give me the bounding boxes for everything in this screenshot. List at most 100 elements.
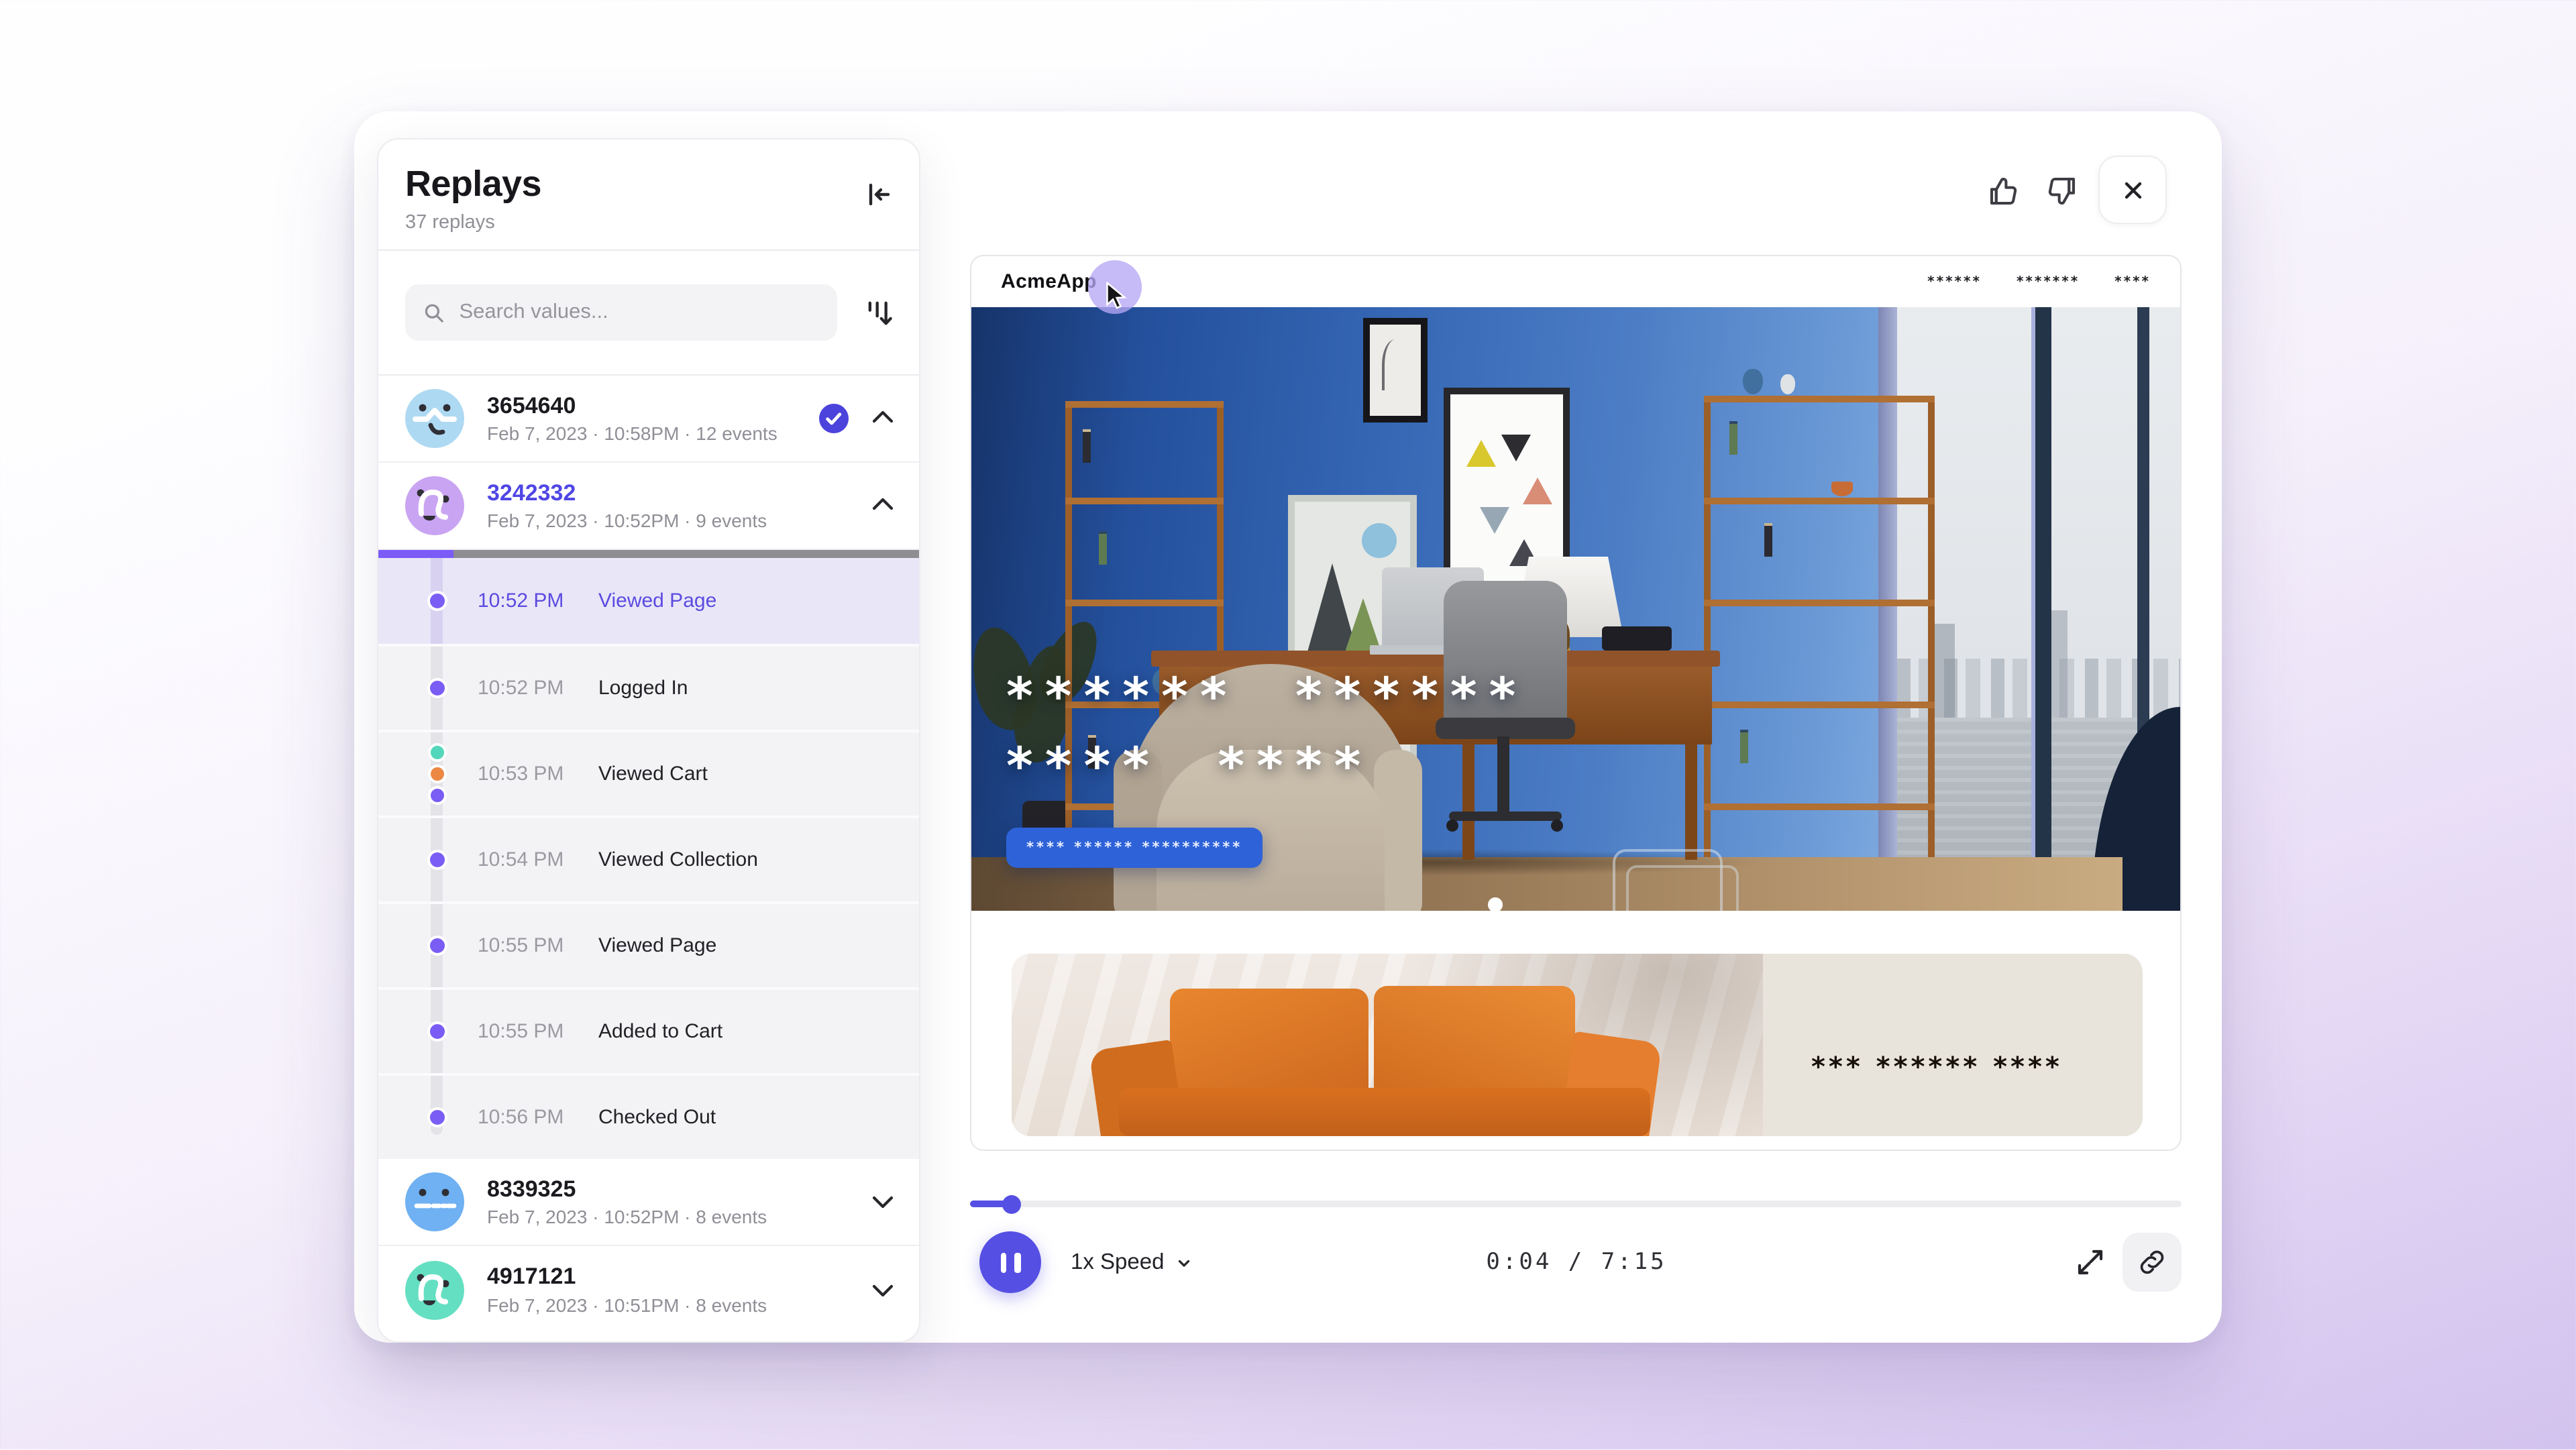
decor-shape [1170, 989, 1368, 1093]
session-meta: Feb 7, 2023 · 10:51PM · 8 events [487, 1294, 767, 1316]
event-dot [427, 850, 447, 870]
event-time: 10:53 PM [478, 763, 564, 785]
decor-shape [1932, 624, 1955, 720]
decor-shape [1449, 812, 1562, 821]
search-icon [423, 300, 444, 325]
replay-viewer: AcmeApp ***************** [970, 255, 2182, 1151]
session-meta: Feb 7, 2023 · 10:58PM · 12 events [487, 423, 777, 445]
event-time: 10:55 PM [478, 934, 564, 957]
chevron-up-icon[interactable] [868, 404, 898, 433]
thumbs-down-icon [2043, 172, 2079, 209]
event-row[interactable]: 10:54 PMViewed Collection [378, 816, 919, 901]
masked-nav-item: ******* [2017, 274, 2080, 289]
speed-label: 1x Speed [1071, 1249, 1164, 1275]
playback-time: 0:04 / 7:15 [1360, 1231, 1792, 1293]
search-row [378, 251, 919, 376]
mouse-cursor-icon [1104, 282, 1128, 310]
session-meta: Feb 7, 2023 · 10:52PM · 9 events [487, 510, 767, 532]
search-input[interactable] [456, 299, 820, 326]
event-name: Logged In [598, 677, 688, 700]
session-row[interactable]: 3242332 Feb 7, 2023 · 10:52PM · 9 events [378, 463, 919, 550]
thumbs-up-icon [1985, 172, 2021, 209]
hero-vase [1780, 374, 1795, 394]
session-avatar [405, 1172, 464, 1231]
sort-descending-icon [863, 296, 898, 331]
chevron-down-icon[interactable] [868, 1275, 898, 1304]
copy-link-button[interactable] [2123, 1233, 2182, 1292]
search-box[interactable] [405, 284, 837, 341]
session-row[interactable]: 3654640 Feb 7, 2023 · 10:58PM · 12 event… [378, 376, 919, 463]
collapse-sidebar-button[interactable] [857, 174, 898, 215]
decor-shape [1466, 440, 1496, 467]
event-time: 10:56 PM [478, 1106, 564, 1129]
replayed-nav-masked: ***************** [1927, 256, 2151, 307]
replayed-app-name: AcmeApp [1001, 270, 1097, 293]
event-dots [427, 936, 447, 956]
session-row[interactable]: 4917121 Feb 7, 2023 · 10:51PM · 8 events [378, 1246, 919, 1333]
event-name: Checked Out [598, 1106, 716, 1129]
hero-masked-heading-line1: ****** ****** [1006, 667, 1527, 726]
replayed-app-header: AcmeApp ***************** [971, 256, 2180, 307]
product-photo-sofa [1012, 954, 1763, 1136]
close-button[interactable] [2098, 156, 2167, 224]
playback-scrubber[interactable] [970, 1201, 2182, 1207]
hero-magazine-rack [1613, 849, 1723, 911]
decor-shape [1704, 702, 1935, 708]
page-title: Replays [405, 164, 892, 205]
event-row[interactable]: 10:55 PMAdded to Cart [378, 987, 919, 1073]
event-name: Viewed Page [598, 934, 716, 957]
hero-masked-heading-line2: **** **** [1006, 736, 1373, 795]
pause-icon [1014, 1252, 1020, 1272]
session-id: 4917121 [487, 1264, 767, 1290]
event-dot [427, 765, 446, 783]
event-time: 10:52 PM [478, 677, 564, 700]
sidebar-header: Replays 37 replays [378, 140, 919, 251]
decor-shape [1065, 498, 1224, 504]
scrubber-knob[interactable] [1002, 1194, 1020, 1213]
decor-shape [1446, 820, 1458, 832]
pause-icon [1000, 1252, 1006, 1272]
fullscreen-button[interactable] [2061, 1233, 2120, 1292]
event-dot [427, 743, 446, 762]
event-dot [427, 1021, 447, 1042]
hero-shelf-right [1704, 396, 1935, 857]
session-progress-bar [378, 550, 919, 558]
event-row[interactable]: 10:55 PM Viewed Page [378, 901, 919, 987]
pause-button[interactable] [979, 1231, 1041, 1293]
event-dot [427, 786, 446, 805]
link-icon [2137, 1247, 2167, 1277]
decor-shape [1119, 1088, 1650, 1136]
event-dot [427, 1107, 447, 1127]
expand-icon [2074, 1246, 2106, 1278]
playback-speed-selector[interactable]: 1x Speed [1063, 1231, 1200, 1293]
event-dots [427, 678, 447, 698]
replay-hero-scene: ****** ****** **** **** **** ****** ****… [971, 307, 2180, 911]
event-name: Viewed Cart [598, 763, 708, 785]
event-dot [427, 591, 447, 611]
decor-shape [1704, 803, 1935, 810]
chevron-up-icon[interactable] [868, 491, 898, 520]
event-row[interactable]: 10:52 PM Logged In [378, 644, 919, 730]
session-avatar [405, 476, 464, 535]
decor-shape [1685, 744, 1697, 860]
hero-vase [1743, 369, 1763, 394]
decor-shape [1065, 401, 1224, 408]
decor-shape [1480, 507, 1509, 534]
event-row[interactable]: 10:56 PM Checked Out [378, 1073, 919, 1159]
chevron-down-icon[interactable] [868, 1187, 898, 1217]
session-avatar [405, 1260, 464, 1319]
close-icon [2119, 176, 2146, 203]
event-row[interactable]: 10:53 PM Viewed Cart [378, 730, 919, 816]
replay-modal: Replays 37 replays 3654640 Feb 7, 2023 ·… [354, 111, 2222, 1343]
event-dot [427, 936, 447, 956]
event-name: Viewed Page [598, 590, 716, 612]
decor-shape [1362, 523, 1397, 558]
sort-button[interactable] [859, 292, 902, 335]
hero-vase [1831, 482, 1853, 496]
session-text: 3242332 Feb 7, 2023 · 10:52PM · 9 events [487, 480, 767, 531]
thumbs-up-button[interactable] [1980, 168, 2026, 213]
session-row[interactable]: 8339325 Feb 7, 2023 · 10:52PM · 8 events [378, 1159, 919, 1246]
decor-shape [1704, 396, 1935, 402]
thumbs-down-button[interactable] [2038, 168, 2084, 213]
event-row[interactable]: 10:52 PMViewed Page [378, 558, 919, 644]
